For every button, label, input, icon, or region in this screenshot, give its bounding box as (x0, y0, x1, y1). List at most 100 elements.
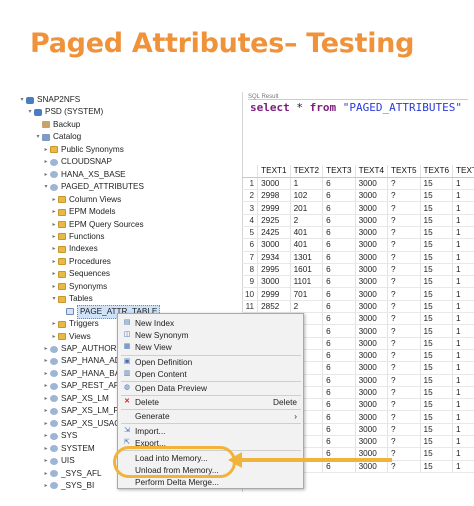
table-cell: ? (387, 300, 421, 314)
tree-node[interactable]: ▸ Column Views (50, 194, 121, 206)
chevron-right-icon[interactable]: ▸ (50, 318, 58, 330)
chevron-right-icon[interactable]: ▸ (42, 368, 50, 380)
table-row[interactable]: 1 3000 1 6 3000? 15 1 (242, 177, 474, 191)
menu-open-content[interactable]: ▥ Open Content (118, 368, 303, 380)
chevron-right-icon[interactable]: ▸ (50, 256, 58, 268)
tree-node[interactable]: ▸ SYSTEM (42, 443, 94, 455)
chevron-right-icon[interactable]: ▸ (42, 418, 50, 430)
chevron-right-icon[interactable]: ▸ (42, 443, 50, 455)
tree-node[interactable]: ▸ EPM Models (50, 206, 115, 218)
tree-node[interactable]: ▸ Sequences (50, 268, 110, 280)
chevron-down-icon[interactable]: ▾ (50, 293, 58, 305)
chevron-down-icon[interactable]: ▾ (18, 94, 26, 106)
tree-node[interactable]: ▸ SAP_REST_API (42, 380, 121, 392)
chevron-right-icon[interactable]: ▸ (42, 169, 50, 181)
table-cell: 3000 (355, 238, 389, 252)
chevron-right-icon[interactable]: ▸ (50, 219, 58, 231)
column-header[interactable]: TEXT2 (290, 165, 324, 178)
tree-node[interactable]: ▸ Synonyms (50, 281, 107, 293)
chevron-right-icon[interactable]: ▸ (42, 430, 50, 442)
menu-new-index[interactable]: ▤ New Index (118, 317, 303, 329)
tree-node[interactable]: ▾ Tables (50, 293, 92, 305)
tree-node[interactable]: ▸ SAP_AUTHORIZ (42, 343, 123, 355)
column-header[interactable] (242, 165, 259, 178)
chevron-right-icon[interactable]: ▸ (42, 468, 50, 480)
tree-node[interactable]: ▸ SAP_XS_USAGE (42, 418, 126, 430)
chevron-right-icon[interactable]: ▸ (42, 455, 50, 467)
table-row[interactable]: 4 2925 2 6 3000? 15 1 (242, 214, 474, 227)
menu-new-synonym[interactable]: ◫ New Synonym (118, 329, 303, 341)
table-cell: 1 (452, 435, 474, 449)
tree-node[interactable]: ▸ SAP_XS_LM (42, 393, 108, 405)
chevron-right-icon[interactable]: ▸ (50, 231, 58, 243)
tree-node[interactable]: ▾ Catalog (34, 131, 81, 143)
tree-node[interactable]: ▾ PAGED_ATTRIBUTES (42, 181, 143, 193)
sql-statement[interactable]: select * from "PAGED_ATTRIBUTES" (250, 101, 462, 114)
chevron-down-icon[interactable]: ▾ (42, 181, 50, 193)
chevron-right-icon[interactable]: ▸ (50, 194, 58, 206)
table-row[interactable]: 3 2999 201 6 3000? 15 1 (242, 201, 474, 215)
tree-node[interactable]: Backup (34, 119, 80, 131)
chevron-right-icon[interactable]: ▸ (50, 268, 58, 280)
tree-node[interactable]: ▸ Procedures (50, 256, 110, 268)
menu-open-definition[interactable]: ▣ Open Definition (118, 356, 303, 368)
column-header[interactable]: TEXT1 (257, 165, 291, 178)
menu-open-data-preview[interactable]: ◍ Open Data Preview (118, 382, 303, 394)
chevron-down-icon[interactable]: ▾ (34, 131, 42, 143)
column-header[interactable]: TEXT8 (452, 165, 474, 178)
tree-node[interactable]: ▸ _SYS_BI (42, 480, 94, 492)
chevron-right-icon[interactable]: ▸ (50, 243, 58, 255)
chevron-right-icon[interactable]: ▸ (50, 331, 58, 343)
tree-node[interactable]: ▸ UIS (42, 455, 74, 467)
table-row[interactable]: 10 2999 701 6 3000? 15 1 (242, 287, 474, 301)
table-row[interactable]: 6 3000 401 6 3000? 15 1 (242, 238, 474, 252)
tree-node[interactable]: ▸ Public Synonyms (42, 144, 123, 156)
chevron-right-icon[interactable]: ▸ (42, 156, 50, 168)
tree-node[interactable]: ▸ SAP_XS_LM_PE (42, 405, 124, 417)
chevron-right-icon[interactable]: ▸ (42, 405, 50, 417)
tree-node[interactable]: ▾ PSD (SYSTEM) (26, 106, 103, 118)
chevron-right-icon[interactable]: ▸ (42, 480, 50, 492)
chevron-right-icon[interactable]: ▸ (50, 281, 58, 293)
column-header[interactable]: TEXT5 (387, 165, 421, 178)
tree-node[interactable]: ▸ Views (50, 331, 90, 343)
column-header[interactable]: TEXT6 (420, 165, 454, 178)
tree-node[interactable]: ▸ Triggers (50, 318, 98, 330)
chevron-down-icon[interactable]: ▾ (26, 106, 34, 118)
chevron-right-icon[interactable]: ▸ (42, 144, 50, 156)
column-header[interactable]: TEXT4 (355, 165, 389, 178)
editor-tabs[interactable]: SQL Result (248, 94, 468, 100)
table-row[interactable]: 5 2425 401 6 3000? 15 1 (242, 226, 474, 240)
sql-editor[interactable]: SQL Result select * from "PAGED_ATTRIBUT… (242, 94, 474, 154)
tree-node[interactable]: ▸ SYS (42, 430, 77, 442)
schema-icon (50, 445, 58, 453)
chevron-right-icon[interactable]: ▸ (42, 343, 50, 355)
table-row[interactable]: 9 3000 1101 6 3000? 15 1 (242, 275, 474, 289)
tree-node[interactable]: ▸ Indexes (50, 243, 97, 255)
menu-new-view[interactable]: ▦ New View (118, 341, 303, 353)
chevron-right-icon[interactable]: ▸ (42, 355, 50, 367)
menu-generate[interactable]: Generate › (118, 410, 303, 422)
tree-node[interactable]: ▸ SAP_HANA_ADM (42, 355, 127, 367)
schema-icon (50, 171, 58, 179)
table-cell: 1 (452, 447, 474, 461)
tree-node[interactable]: ▾ SNAP2NFS (18, 94, 80, 106)
table-cell: 6 (322, 300, 356, 314)
chevron-right-icon[interactable]: ▸ (42, 380, 50, 392)
tree-node[interactable]: ▸ EPM Query Sources (50, 219, 143, 231)
table-row[interactable]: 11 2852 2 6 3000? 15 1 (242, 300, 474, 314)
column-header[interactable]: TEXT3 (322, 165, 356, 178)
table-cell: 15 (420, 226, 454, 240)
table-row[interactable]: 8 2995 1601 6 3000? 15 1 (242, 263, 474, 277)
chevron-right-icon[interactable]: ▸ (50, 206, 58, 218)
table-row[interactable]: 2 2998 102 6 3000? 15 1 (242, 189, 474, 203)
tree-node[interactable]: ▸ HANA_XS_BASE (42, 169, 125, 181)
menu-delete[interactable]: ✕ Delete Delete (118, 396, 303, 408)
table-cell: 3000 (355, 349, 389, 363)
tree-node[interactable]: ▸ _SYS_AFL (42, 468, 101, 480)
menu-import[interactable]: ⇲ Import... (118, 425, 303, 437)
tree-node[interactable]: ▸ CLOUDSNAP (42, 156, 111, 168)
tree-node[interactable]: ▸ Functions (50, 231, 104, 243)
table-row[interactable]: 7 2934 1301 6 3000? 15 1 (242, 251, 474, 264)
chevron-right-icon[interactable]: ▸ (42, 393, 50, 405)
